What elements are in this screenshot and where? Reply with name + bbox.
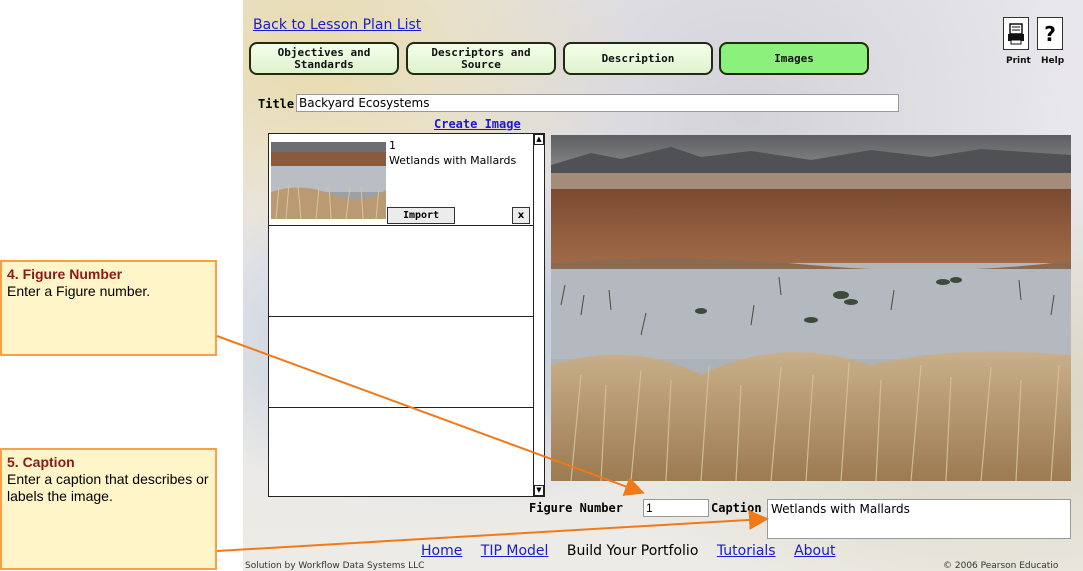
empty-image-slot[interactable] (269, 226, 533, 317)
tab-objectives-and-standards[interactable]: Objectives and Standards (249, 42, 399, 75)
footer-nav: Home TIP Model Build Your Portfolio Tuto… (421, 543, 849, 559)
callout-title: 5. Caption (7, 454, 75, 470)
help-button[interactable]: ? (1037, 17, 1063, 50)
tab-description[interactable]: Description (563, 42, 713, 75)
question-mark-icon: ? (1044, 21, 1056, 46)
callout-caption: 5. Caption Enter a caption that describe… (0, 448, 217, 570)
print-button[interactable] (1003, 17, 1029, 50)
delete-image-button[interactable]: x (512, 207, 530, 224)
figure-number-label: Figure Number (529, 501, 623, 515)
printer-icon (1008, 22, 1024, 44)
image-caption: Wetlands with Mallards (389, 154, 517, 167)
callout-body: Enter a Figure number. (7, 283, 151, 299)
callout-figure-number: 4. Figure Number Enter a Figure number. (0, 260, 217, 356)
empty-image-slot[interactable] (269, 408, 533, 496)
image-list-item[interactable]: 1 Wetlands with Mallards Import x (269, 134, 533, 226)
back-to-lesson-plan-list-link[interactable]: Back to Lesson Plan List (253, 17, 421, 33)
footer-link-tutorials[interactable]: Tutorials (717, 543, 776, 559)
tab-images[interactable]: Images (719, 42, 869, 75)
footer-link-home[interactable]: Home (421, 543, 462, 559)
caption-label: Caption (711, 501, 762, 515)
create-image-link[interactable]: Create Image (434, 117, 521, 131)
figure-number-input[interactable] (643, 499, 709, 517)
empty-image-slot[interactable] (269, 317, 533, 408)
title-label: Title: (258, 97, 302, 111)
selected-image-preview (551, 135, 1071, 481)
caption-input[interactable]: Wetlands with Mallards (767, 499, 1071, 539)
footer-link-about[interactable]: About (794, 543, 835, 559)
image-list: 1 Wetlands with Mallards Import x ▲ ▼ (268, 133, 545, 497)
footer-solution-credit: Solution by Workflow Data Systems LLC (245, 561, 425, 571)
title-input[interactable] (296, 94, 899, 112)
image-list-scrollbar[interactable]: ▲ ▼ (533, 134, 544, 496)
callout-title: 4. Figure Number (7, 266, 123, 282)
import-button[interactable]: Import (387, 207, 455, 224)
wetland-thumbnail (271, 142, 386, 219)
lesson-plan-editor: Back to Lesson Plan List Objectives and S… (243, 0, 1083, 571)
callout-body: Enter a caption that describes or labels… (7, 471, 209, 504)
footer-link-tip-model[interactable]: TIP Model (481, 543, 549, 559)
scroll-down-arrow-icon[interactable]: ▼ (534, 485, 544, 496)
image-number: 1 (389, 139, 396, 152)
footer-current-build-your-portfolio: Build Your Portfolio (566, 543, 699, 559)
tab-descriptors-and-source[interactable]: Descriptors and Source (406, 42, 556, 75)
print-label: Print (1006, 56, 1031, 66)
footer-copyright: © 2006 Pearson Educatio (943, 561, 1059, 571)
help-label: Help (1041, 56, 1065, 66)
scroll-up-arrow-icon[interactable]: ▲ (534, 134, 544, 145)
